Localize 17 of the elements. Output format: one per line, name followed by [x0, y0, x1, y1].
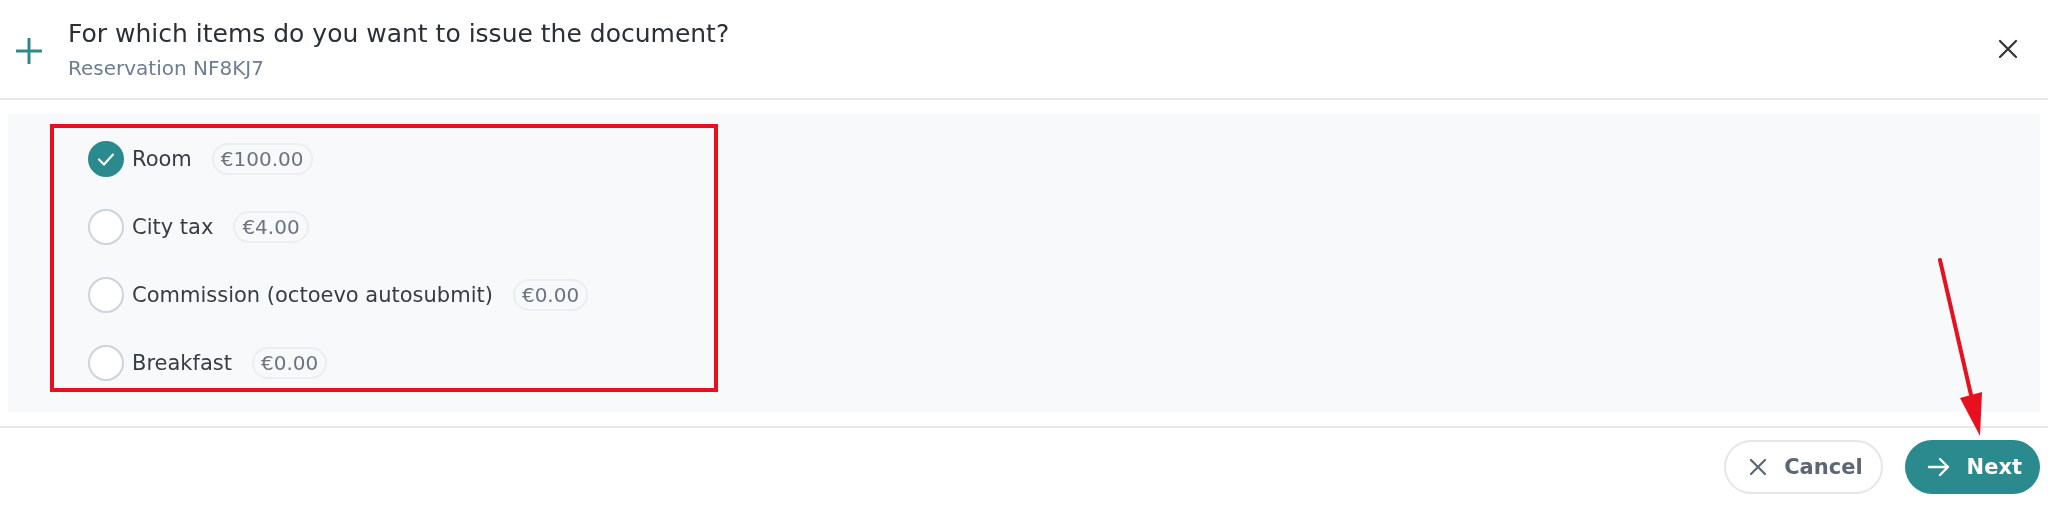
next-button[interactable]: Next — [1904, 440, 2040, 494]
amount-badge: €0.00 — [512, 279, 589, 311]
close-icon — [1748, 457, 1769, 477]
item-label[interactable]: Breakfast — [132, 351, 232, 375]
cancel-button[interactable]: Cancel — [1724, 440, 1883, 494]
dialog-title: For which items do you want to issue the document? — [68, 18, 731, 48]
dialog-subtitle: Reservation NF8KJ7 — [68, 55, 265, 80]
arrow-right-icon — [1926, 457, 1951, 477]
checkbox[interactable] — [88, 141, 124, 177]
item-label[interactable]: Commission (octoevo autosubmit) — [132, 283, 493, 307]
item-label[interactable]: City tax — [132, 215, 214, 239]
plus-icon — [16, 38, 42, 64]
item-label[interactable]: Room — [132, 147, 192, 171]
amount-badge: €4.00 — [233, 211, 309, 243]
amount-badge: €0.00 — [251, 347, 328, 379]
close-icon[interactable] — [1998, 39, 2018, 59]
amount-badge: €100.00 — [211, 143, 313, 175]
